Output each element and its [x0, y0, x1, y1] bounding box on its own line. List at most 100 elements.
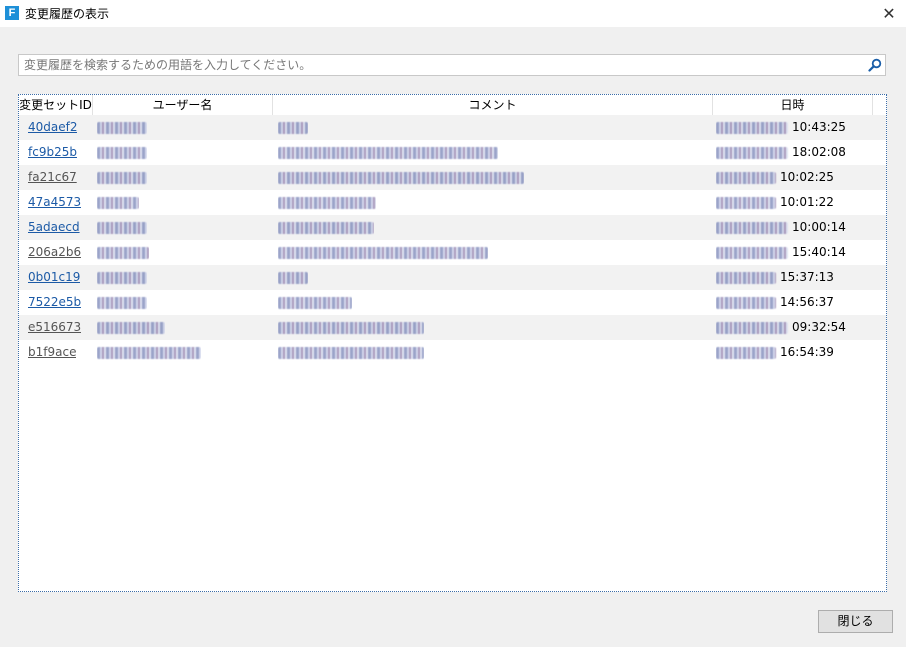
time-text: 15:37:13 — [780, 270, 834, 284]
datetime-cell: 10:02:25 — [716, 165, 834, 190]
column-header-datetime[interactable]: 日時 — [713, 95, 873, 115]
time-text: 10:02:25 — [780, 170, 834, 184]
time-text: 10:43:25 — [792, 120, 846, 134]
close-button[interactable]: 閉じる — [818, 610, 893, 633]
changeset-id-link[interactable]: 47a4573 — [28, 195, 81, 209]
user-name-cell — [97, 240, 149, 265]
comment-cell — [278, 140, 498, 165]
user-name-cell — [97, 215, 147, 240]
changeset-id-cell: fc9b25b — [28, 140, 77, 165]
user-name-cell — [97, 140, 147, 165]
redacted-comment — [278, 346, 424, 359]
column-header-comment[interactable]: コメント — [273, 95, 713, 115]
changeset-id-cell: 0b01c19 — [28, 265, 80, 290]
redacted-user-name — [97, 296, 147, 309]
datetime-cell: 09:32:54 — [716, 315, 846, 340]
search-input[interactable] — [24, 56, 864, 74]
redacted-user-name — [97, 271, 147, 284]
redacted-comment — [278, 221, 374, 234]
changeset-id-cell: 47a4573 — [28, 190, 81, 215]
datetime-cell: 10:01:22 — [716, 190, 834, 215]
redacted-date — [716, 121, 788, 134]
user-name-cell — [97, 265, 147, 290]
datetime-cell: 15:37:13 — [716, 265, 834, 290]
changeset-id-link[interactable]: 206a2b6 — [28, 245, 81, 259]
change-history-table[interactable]: 変更セットID ユーザー名 コメント 日時 40daef2 10:43:25 fc9… — [18, 94, 887, 592]
comment-cell — [278, 240, 488, 265]
redacted-comment — [278, 121, 308, 134]
user-name-cell — [97, 115, 147, 140]
time-text: 18:02:08 — [792, 145, 846, 159]
changeset-id-link[interactable]: fc9b25b — [28, 145, 77, 159]
changeset-id-cell: b1f9ace — [28, 340, 76, 365]
redacted-date — [716, 221, 788, 234]
redacted-user-name — [97, 121, 147, 134]
table-row[interactable]: 5adaecd 10:00:14 — [19, 215, 886, 240]
table-row[interactable]: fc9b25b 18:02:08 — [19, 140, 886, 165]
changeset-id-cell: 5adaecd — [28, 215, 80, 240]
changeset-id-link[interactable]: 40daef2 — [28, 120, 77, 134]
comment-cell — [278, 165, 524, 190]
datetime-cell: 15:40:14 — [716, 240, 846, 265]
comment-cell — [278, 340, 424, 365]
table-row[interactable]: fa21c67 10:02:25 — [19, 165, 886, 190]
time-text: 10:01:22 — [780, 195, 834, 209]
column-header-changeset-id[interactable]: 変更セットID — [19, 95, 93, 115]
table-row[interactable]: 0b01c19 15:37:13 — [19, 265, 886, 290]
redacted-comment — [278, 146, 498, 159]
redacted-comment — [278, 271, 308, 284]
comment-cell — [278, 265, 308, 290]
redacted-user-name — [97, 196, 139, 209]
redacted-date — [716, 146, 788, 159]
table-row[interactable]: 40daef2 10:43:25 — [19, 115, 886, 140]
redacted-user-name — [97, 146, 147, 159]
changeset-id-cell: 7522e5b — [28, 290, 81, 315]
changeset-id-cell: fa21c67 — [28, 165, 77, 190]
datetime-cell: 10:43:25 — [716, 115, 846, 140]
datetime-cell: 18:02:08 — [716, 140, 846, 165]
title-bar: F 変更履歴の表示 ✕ — [0, 0, 906, 27]
redacted-date — [716, 296, 776, 309]
comment-cell — [278, 315, 424, 340]
time-text: 15:40:14 — [792, 245, 846, 259]
changeset-id-link[interactable]: 5adaecd — [28, 220, 80, 234]
datetime-cell: 14:56:37 — [716, 290, 834, 315]
changeset-id-link[interactable]: 7522e5b — [28, 295, 81, 309]
redacted-comment — [278, 296, 352, 309]
redacted-user-name — [97, 346, 201, 359]
search-box[interactable] — [18, 54, 886, 76]
changeset-id-link[interactable]: b1f9ace — [28, 345, 76, 359]
table-row[interactable]: 7522e5b 14:56:37 — [19, 290, 886, 315]
redacted-comment — [278, 196, 376, 209]
table-row[interactable]: 47a4573 10:01:22 — [19, 190, 886, 215]
column-header-user-name[interactable]: ユーザー名 — [93, 95, 273, 115]
time-text: 10:00:14 — [792, 220, 846, 234]
close-icon[interactable]: ✕ — [872, 0, 906, 27]
table-row[interactable]: e516673 09:32:54 — [19, 315, 886, 340]
changeset-id-link[interactable]: 0b01c19 — [28, 270, 80, 284]
datetime-cell: 10:00:14 — [716, 215, 846, 240]
table-row[interactable]: 206a2b6 15:40:14 — [19, 240, 886, 265]
user-name-cell — [97, 340, 201, 365]
table-header: 変更セットID ユーザー名 コメント 日時 — [19, 95, 886, 116]
redacted-comment — [278, 321, 424, 334]
redacted-user-name — [97, 246, 149, 259]
comment-cell — [278, 190, 376, 215]
comment-cell — [278, 290, 352, 315]
comment-cell — [278, 115, 308, 140]
search-icon[interactable] — [868, 58, 882, 72]
app-logo-icon: F — [5, 6, 19, 20]
redacted-user-name — [97, 321, 165, 334]
time-text: 14:56:37 — [780, 295, 834, 309]
comment-cell — [278, 215, 374, 240]
time-text: 16:54:39 — [780, 345, 834, 359]
changeset-id-link[interactable]: e516673 — [28, 320, 81, 334]
changeset-id-link[interactable]: fa21c67 — [28, 170, 77, 184]
redacted-date — [716, 196, 776, 209]
redacted-user-name — [97, 171, 147, 184]
table-row[interactable]: b1f9ace 16:54:39 — [19, 340, 886, 365]
redacted-date — [716, 246, 788, 259]
changeset-id-cell: e516673 — [28, 315, 81, 340]
redacted-comment — [278, 171, 524, 184]
redacted-date — [716, 171, 776, 184]
